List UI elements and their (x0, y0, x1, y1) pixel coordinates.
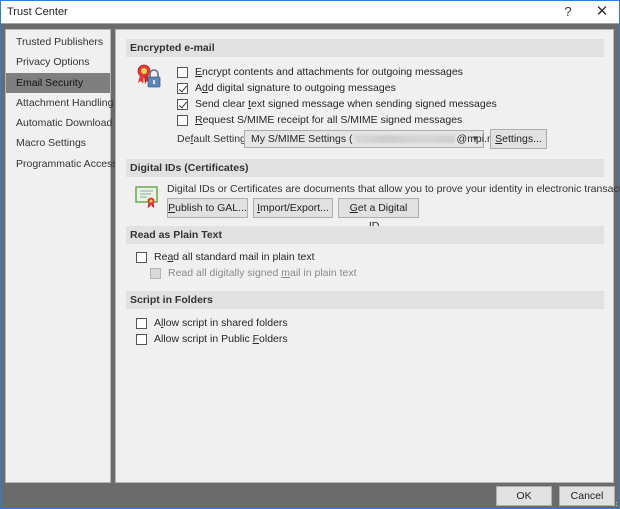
label-part: d digital signature to outgoing messages (207, 82, 396, 94)
label-part: A (154, 317, 162, 329)
certificate-icon (135, 185, 159, 209)
allow-script-shared-folders-checkbox[interactable] (136, 317, 147, 329)
sidebar-item-privacy-options[interactable]: Privacy Options (6, 52, 110, 72)
default-setting-label: Default Setting: (177, 133, 249, 145)
send-clear-text-option[interactable]: Send clear text signed message when send… (177, 96, 497, 112)
default-setting-dropdown[interactable]: My S/MIME Settings (@mpi.nl) ▼ (244, 130, 499, 148)
label-part: ncrypt contents and attachments for outg… (202, 66, 463, 78)
sidebar-item-programmatic-access[interactable]: Programmatic Access (6, 154, 118, 174)
label-accelerator: m (281, 267, 290, 279)
dropdown-value: My S/MIME Settings ( (251, 133, 353, 145)
label-part: Allow script in Public (154, 333, 253, 345)
window-title: Trust Center (7, 6, 68, 18)
label-accelerator: R (195, 114, 203, 126)
title-bar: Trust Center ? ✕ (1, 1, 619, 24)
certificate-lock-icon (135, 63, 161, 89)
label-part: ext signed message when sending signed m… (251, 98, 497, 110)
label-part: ublish to GAL... (175, 202, 247, 214)
digital-ids-description: Digital IDs or Certificates are document… (167, 183, 620, 195)
label-part: ail in plain text (289, 267, 357, 279)
section-heading-encrypted-email: Encrypted e-mail (126, 39, 604, 57)
sidebar-item-macro-settings[interactable]: Macro Settings (6, 133, 110, 153)
encrypt-contents-option[interactable]: Encrypt contents and attachments for out… (177, 64, 463, 80)
help-button[interactable]: ? (557, 3, 579, 21)
sidebar-item-automatic-download[interactable]: Automatic Download (6, 113, 112, 133)
section-heading-digital-ids: Digital IDs (Certificates) (126, 159, 604, 177)
allow-script-shared-folders-option[interactable]: Allow script in shared folders (136, 315, 288, 331)
sidebar: Trusted Publishers Privacy Options Email… (5, 29, 118, 483)
section-heading-script-in-folders: Script in Folders (126, 291, 604, 309)
label-accelerator: G (349, 202, 358, 214)
section-heading-read-as-plain-text: Read as Plain Text (126, 226, 604, 244)
add-digital-signature-option[interactable]: Add digital signature to outgoing messag… (177, 80, 396, 96)
encrypt-contents-checkbox[interactable] (177, 66, 188, 78)
read-signed-mail-plain-checkbox[interactable] (150, 267, 161, 279)
sidebar-item-attachment-handling[interactable]: Attachment Handling (6, 93, 113, 113)
settings-button[interactable]: Settings... (490, 129, 547, 149)
sidebar-item-trusted-publishers[interactable]: Trusted Publishers (6, 32, 110, 52)
label-part: olders (259, 333, 288, 345)
resize-grip-icon[interactable] (612, 501, 618, 507)
read-standard-mail-plain-checkbox[interactable] (136, 251, 147, 263)
read-signed-mail-plain-option[interactable]: Read all digitally signed mail in plain … (150, 265, 357, 281)
label-part: De (177, 133, 191, 145)
sidebar-item-email-security[interactable]: Email Security (6, 72, 110, 93)
label-part: ault Setting: (193, 133, 249, 145)
request-smime-receipt-checkbox[interactable] (177, 114, 188, 126)
label-part: Read all digitally signed (168, 267, 282, 279)
label-part: equest S/MIME receipt for all S/MIME sig… (202, 114, 463, 126)
label-part: Re (154, 251, 168, 263)
add-digital-signature-checkbox[interactable] (177, 82, 188, 94)
allow-script-public-folders-option[interactable]: Allow script in Public Folders (136, 331, 288, 347)
request-smime-receipt-option[interactable]: Request S/MIME receipt for all S/MIME si… (177, 112, 462, 128)
allow-script-public-folders-checkbox[interactable] (136, 333, 147, 345)
label-part: mport/Export... (260, 202, 329, 214)
label-part: Send clear (195, 98, 249, 110)
dropdown-arrow-icon[interactable]: ▼ (471, 131, 479, 147)
send-clear-text-checkbox[interactable] (177, 98, 188, 110)
get-a-digital-id-button[interactable]: Get a Digital ID... (338, 198, 419, 232)
trust-center-dialog: Trust Center ? ✕ Trusted Publishers Priv… (0, 0, 620, 509)
label-part: low script in shared folders (163, 317, 288, 329)
label-accelerator: E (195, 66, 203, 78)
import-export-button[interactable]: Import/Export... (253, 198, 333, 218)
label-part: ettings... (502, 133, 542, 145)
cancel-button[interactable]: Cancel (559, 486, 615, 506)
ok-button[interactable]: OK (496, 486, 552, 506)
read-standard-mail-plain-option[interactable]: Read all standard mail in plain text (136, 249, 315, 265)
main-panel: Encrypted e-mail Encrypt contents and at… (115, 29, 620, 483)
redacted-email (354, 135, 455, 144)
close-button[interactable]: ✕ (591, 3, 613, 21)
label-part: A (195, 82, 203, 94)
label-part: d all standard mail in plain text (173, 251, 315, 263)
publish-to-gal-button[interactable]: Publish to GAL... (167, 198, 248, 218)
